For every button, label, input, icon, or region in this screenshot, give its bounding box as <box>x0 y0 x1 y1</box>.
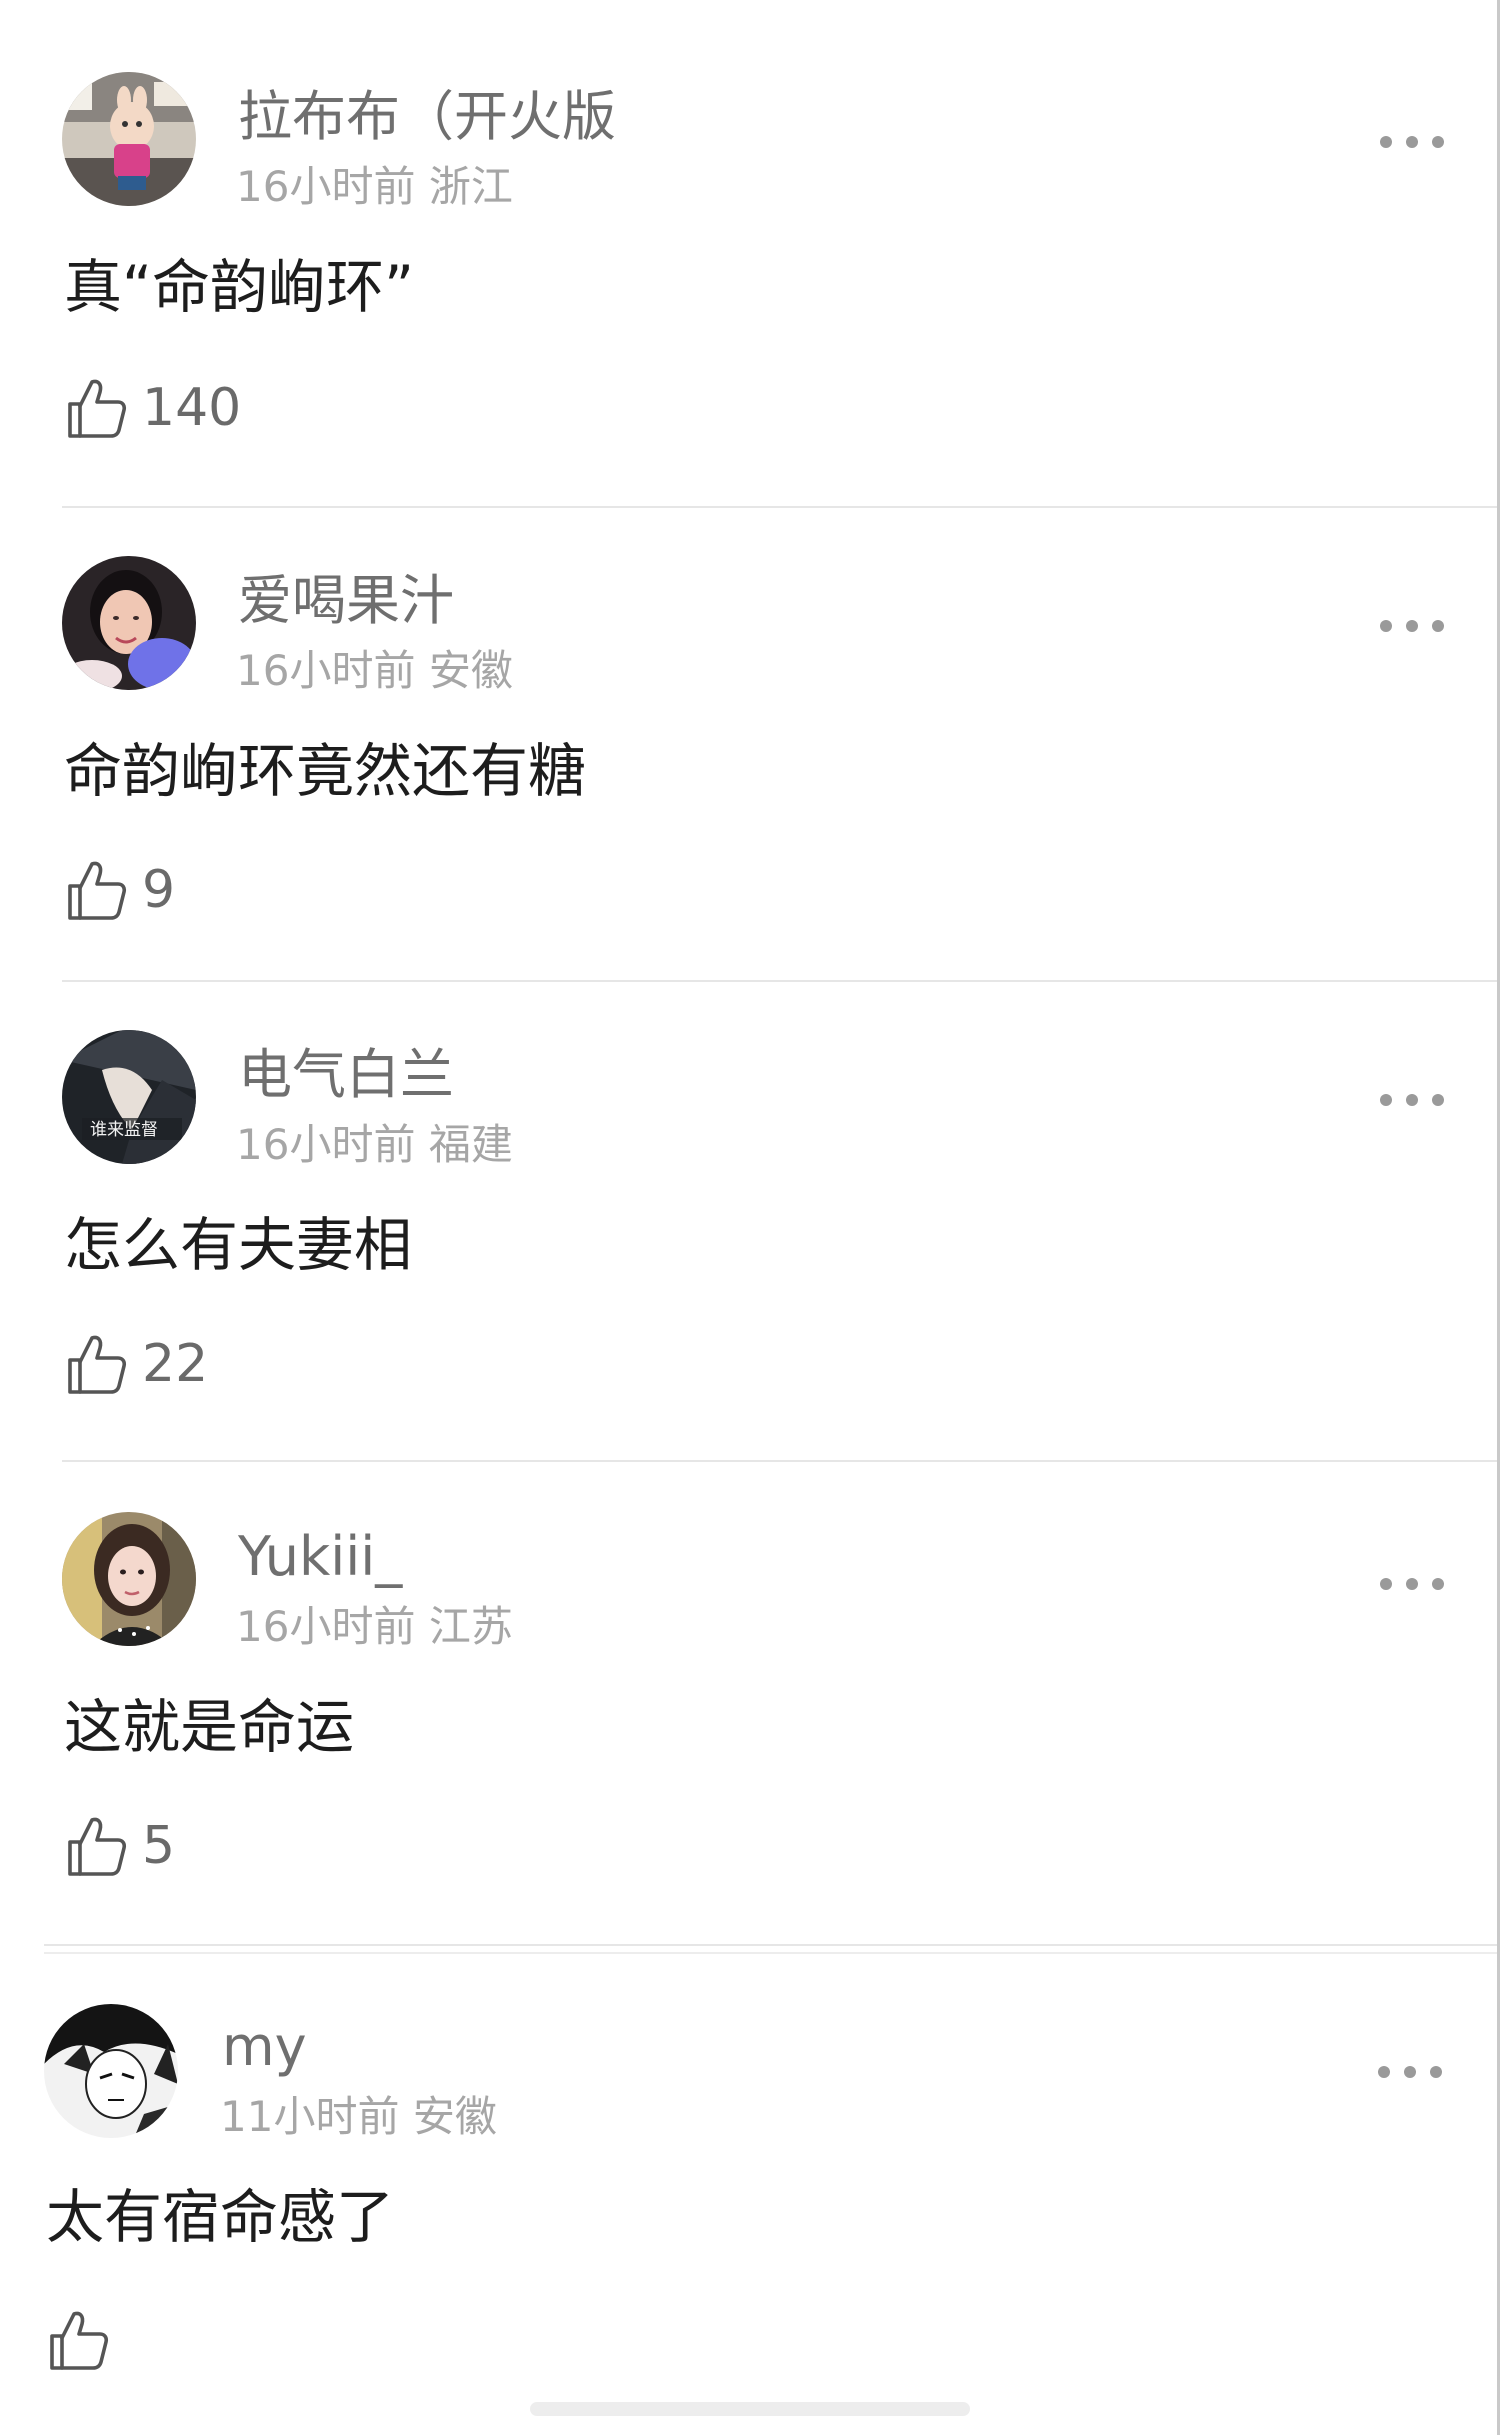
more-options-icon[interactable] <box>1372 604 1452 648</box>
comment-item: my 11小时前 安徽 太有宿命感了 <box>0 1956 1497 2435</box>
more-options-icon[interactable] <box>1372 1078 1452 1122</box>
comment-divider <box>44 1952 1497 1954</box>
avatar-image-manga <box>44 2004 178 2138</box>
comment-location: 福建 <box>428 1120 513 1169</box>
thumbs-up-icon <box>68 1817 127 1876</box>
comment-meta: 11小时前 安徽 <box>220 2096 497 2138</box>
thumbs-up-icon <box>68 1335 127 1394</box>
comment-item: Yukiii_ 16小时前 江苏 这就是命运 5 <box>0 1462 1497 1946</box>
avatar-image-portrait <box>62 556 196 690</box>
avatar-overlay-text: 谁来监督 <box>90 1120 158 1140</box>
avatar-image-labubu <box>62 72 196 206</box>
avatar-image-suit: 谁来监督 <box>62 1030 196 1164</box>
comment-time: 16小时前 <box>236 646 416 695</box>
like-count: 140 <box>142 378 242 438</box>
comment-time: 16小时前 <box>236 162 416 211</box>
comment-location: 安徽 <box>428 646 513 695</box>
like-count: 9 <box>142 860 176 920</box>
username[interactable]: 电气白兰 <box>238 1048 454 1102</box>
avatar[interactable] <box>62 556 196 690</box>
username[interactable]: Yukiii_ <box>238 1530 402 1584</box>
avatar[interactable] <box>62 1512 196 1646</box>
like-button[interactable]: 22 <box>64 1332 208 1396</box>
like-button[interactable]: 5 <box>64 1814 175 1878</box>
username[interactable]: my <box>222 2020 307 2074</box>
more-options-icon[interactable] <box>1372 120 1452 164</box>
avatar[interactable] <box>62 72 196 206</box>
comment-item: 谁来监督 电气白兰 16小时前 福建 怎么有夫妻相 22 <box>0 982 1497 1462</box>
avatar[interactable] <box>44 2004 178 2138</box>
comment-location: 江苏 <box>428 1602 513 1651</box>
comment-divider <box>44 1944 1497 1946</box>
more-options-icon[interactable] <box>1372 1562 1452 1606</box>
comment-text: 太有宿命感了 <box>46 2183 395 2251</box>
comment-text: 怎么有夫妻相 <box>64 1211 413 1279</box>
username[interactable]: 拉布布（开火版 <box>238 90 616 144</box>
comment-text: 真“命韵峋环” <box>64 253 415 321</box>
like-button[interactable] <box>46 2308 124 2372</box>
like-count: 22 <box>142 1334 209 1394</box>
comment-meta: 16小时前 安徽 <box>236 650 513 692</box>
comment-meta: 16小时前 江苏 <box>236 1606 513 1648</box>
comment-text: 这就是命运 <box>64 1693 355 1761</box>
comment-meta: 16小时前 福建 <box>236 1124 513 1166</box>
like-button[interactable]: 140 <box>64 376 241 440</box>
comment-text: 命韵峋环竟然还有糖 <box>64 737 587 805</box>
thumbs-up-icon <box>68 379 127 438</box>
comment-time: 11小时前 <box>220 2092 400 2141</box>
avatar[interactable]: 谁来监督 <box>62 1030 196 1164</box>
comment-item: 爱喝果汁 16小时前 安徽 命韵峋环竟然还有糖 9 <box>0 508 1497 982</box>
like-button[interactable]: 9 <box>64 858 175 922</box>
username[interactable]: 爱喝果汁 <box>238 574 454 628</box>
comment-location: 浙江 <box>428 162 513 211</box>
thumbs-up-icon <box>68 861 127 920</box>
home-indicator <box>530 2402 970 2416</box>
avatar-image-girl <box>62 1512 196 1646</box>
comment-item: 拉布布（开火版 16小时前 浙江 真“命韵峋环” 140 <box>0 0 1497 508</box>
thumbs-up-icon <box>50 2311 109 2370</box>
more-options-icon[interactable] <box>1370 2050 1450 2094</box>
comment-location: 安徽 <box>412 2092 497 2141</box>
comment-time: 16小时前 <box>236 1120 416 1169</box>
comment-meta: 16小时前 浙江 <box>236 166 513 208</box>
like-count: 5 <box>142 1816 176 1876</box>
comment-time: 16小时前 <box>236 1602 416 1651</box>
